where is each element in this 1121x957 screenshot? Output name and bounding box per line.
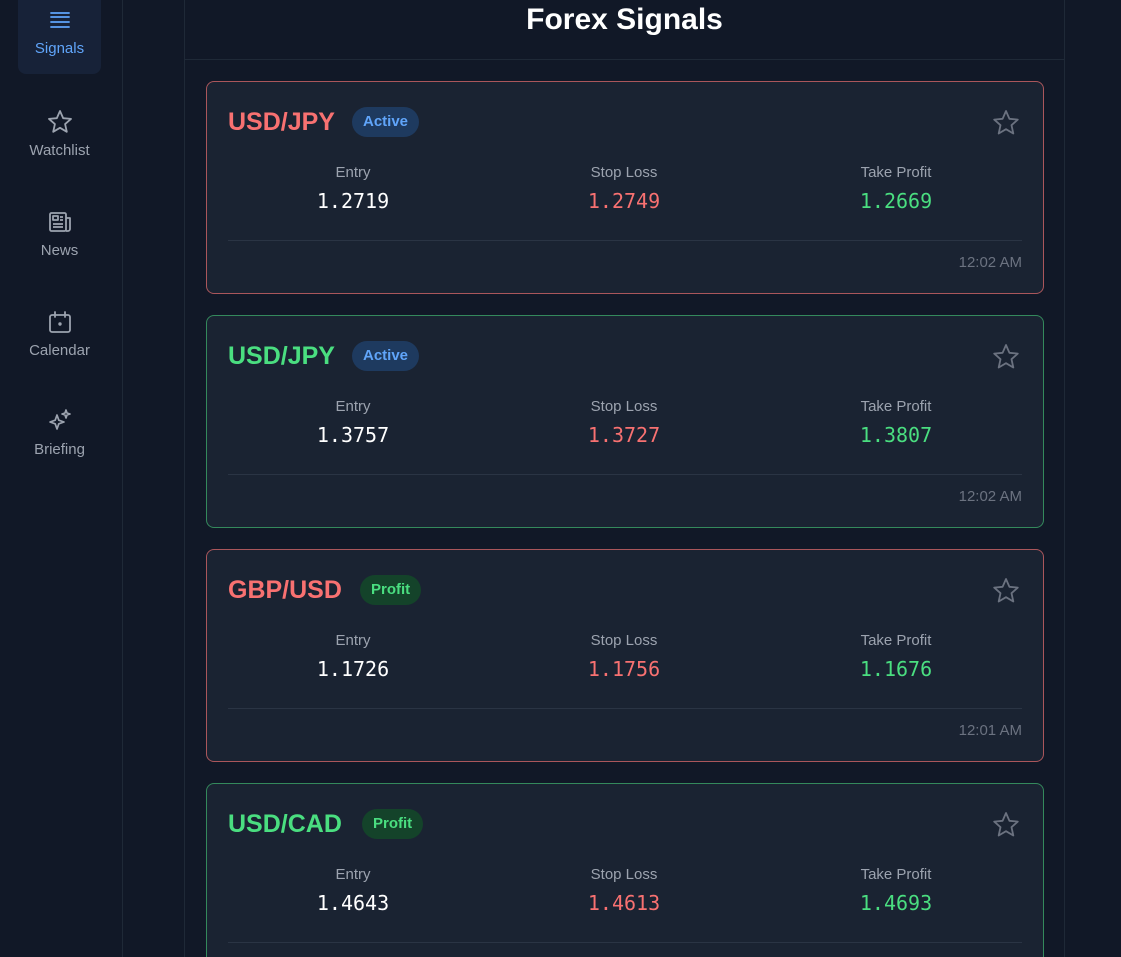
signal-card[interactable]: USD/JPY Active Entry 1.3757 Stop Loss 1.… <box>206 315 1044 528</box>
take-profit-label: Take Profit <box>860 866 932 883</box>
entry-value: 1.2719 <box>316 189 390 213</box>
status-badge: Profit <box>362 809 424 839</box>
sidebar-item-label: Briefing <box>34 441 85 458</box>
stop-loss-label: Stop Loss <box>590 164 658 181</box>
favorite-star-icon[interactable] <box>991 108 1021 138</box>
status-badge: Active <box>352 341 420 371</box>
stop-loss-value: 1.1756 <box>587 657 661 681</box>
card-divider <box>228 942 1022 943</box>
sidebar: Signals Watchlist News Calendar Briefing <box>0 0 123 957</box>
card-divider <box>228 708 1022 709</box>
take-profit-value: 1.2669 <box>859 189 933 213</box>
list-icon <box>49 12 70 28</box>
status-badge: Profit <box>360 575 422 605</box>
entry-value: 1.1726 <box>316 657 390 681</box>
stop-loss-column: Stop Loss 1.1756 <box>524 632 724 681</box>
currency-pair: USD/JPY <box>228 108 335 136</box>
signal-time: 12:02 AM <box>958 488 1022 505</box>
stop-loss-value: 1.2749 <box>587 189 661 213</box>
entry-value: 1.3757 <box>316 423 390 447</box>
take-profit-label: Take Profit <box>860 398 932 415</box>
card-divider <box>228 240 1022 241</box>
take-profit-value: 1.4693 <box>859 891 933 915</box>
signal-time: 12:01 AM <box>958 722 1022 739</box>
stop-loss-column: Stop Loss 1.4613 <box>524 866 724 915</box>
take-profit-label: Take Profit <box>860 632 932 649</box>
entry-label: Entry <box>335 164 371 181</box>
entry-column: Entry 1.4643 <box>253 866 453 915</box>
sidebar-item-watchlist[interactable]: Watchlist <box>18 94 101 176</box>
newspaper-icon <box>48 212 71 232</box>
star-icon <box>47 110 72 133</box>
sidebar-item-label: Signals <box>34 40 85 57</box>
signals-panel: Forex Signals USD/JPY Active Entry 1.271… <box>184 0 1065 957</box>
stop-loss-column: Stop Loss 1.2749 <box>524 164 724 213</box>
stop-loss-value: 1.3727 <box>587 423 661 447</box>
stop-loss-value: 1.4613 <box>587 891 661 915</box>
status-badge: Active <box>352 107 420 137</box>
panel-header: Forex Signals <box>185 0 1064 60</box>
stop-loss-label: Stop Loss <box>590 632 658 649</box>
currency-pair: USD/CAD <box>228 810 342 838</box>
entry-label: Entry <box>335 632 371 649</box>
sidebar-item-label: News <box>40 242 79 259</box>
signal-time: 12:02 AM <box>958 254 1022 271</box>
sidebar-item-news[interactable]: News <box>18 194 101 276</box>
stop-loss-label: Stop Loss <box>590 866 658 883</box>
take-profit-label: Take Profit <box>860 164 932 181</box>
take-profit-value: 1.1676 <box>859 657 933 681</box>
entry-label: Entry <box>335 398 371 415</box>
card-divider <box>228 474 1022 475</box>
entry-value: 1.4643 <box>316 891 390 915</box>
take-profit-value: 1.3807 <box>859 423 933 447</box>
sidebar-item-calendar[interactable]: Calendar <box>18 294 101 376</box>
signal-card[interactable]: GBP/USD Profit Entry 1.1726 Stop Loss 1.… <box>206 549 1044 762</box>
currency-pair: USD/JPY <box>228 342 335 370</box>
signal-card[interactable]: USD/JPY Active Entry 1.2719 Stop Loss 1.… <box>206 81 1044 294</box>
sparkles-icon <box>48 409 71 430</box>
sidebar-item-label: Watchlist <box>29 142 90 159</box>
favorite-star-icon[interactable] <box>991 342 1021 372</box>
take-profit-column: Take Profit 1.4693 <box>796 866 996 915</box>
sidebar-item-briefing[interactable]: Briefing <box>18 393 101 475</box>
signal-card[interactable]: USD/CAD Profit Entry 1.4643 Stop Loss 1.… <box>206 783 1044 957</box>
app-root: Signals Watchlist News Calendar Briefing… <box>0 0 1121 957</box>
currency-pair: GBP/USD <box>228 576 342 604</box>
take-profit-column: Take Profit 1.1676 <box>796 632 996 681</box>
stop-loss-column: Stop Loss 1.3727 <box>524 398 724 447</box>
entry-column: Entry 1.1726 <box>253 632 453 681</box>
favorite-star-icon[interactable] <box>991 810 1021 840</box>
sidebar-item-signals[interactable]: Signals <box>18 0 101 74</box>
stop-loss-label: Stop Loss <box>590 398 658 415</box>
sidebar-item-label: Calendar <box>29 342 90 359</box>
entry-column: Entry 1.2719 <box>253 164 453 213</box>
page-title: Forex Signals <box>526 3 723 36</box>
entry-label: Entry <box>335 866 371 883</box>
take-profit-column: Take Profit 1.2669 <box>796 164 996 213</box>
favorite-star-icon[interactable] <box>991 576 1021 606</box>
entry-column: Entry 1.3757 <box>253 398 453 447</box>
calendar-icon <box>48 311 71 333</box>
take-profit-column: Take Profit 1.3807 <box>796 398 996 447</box>
